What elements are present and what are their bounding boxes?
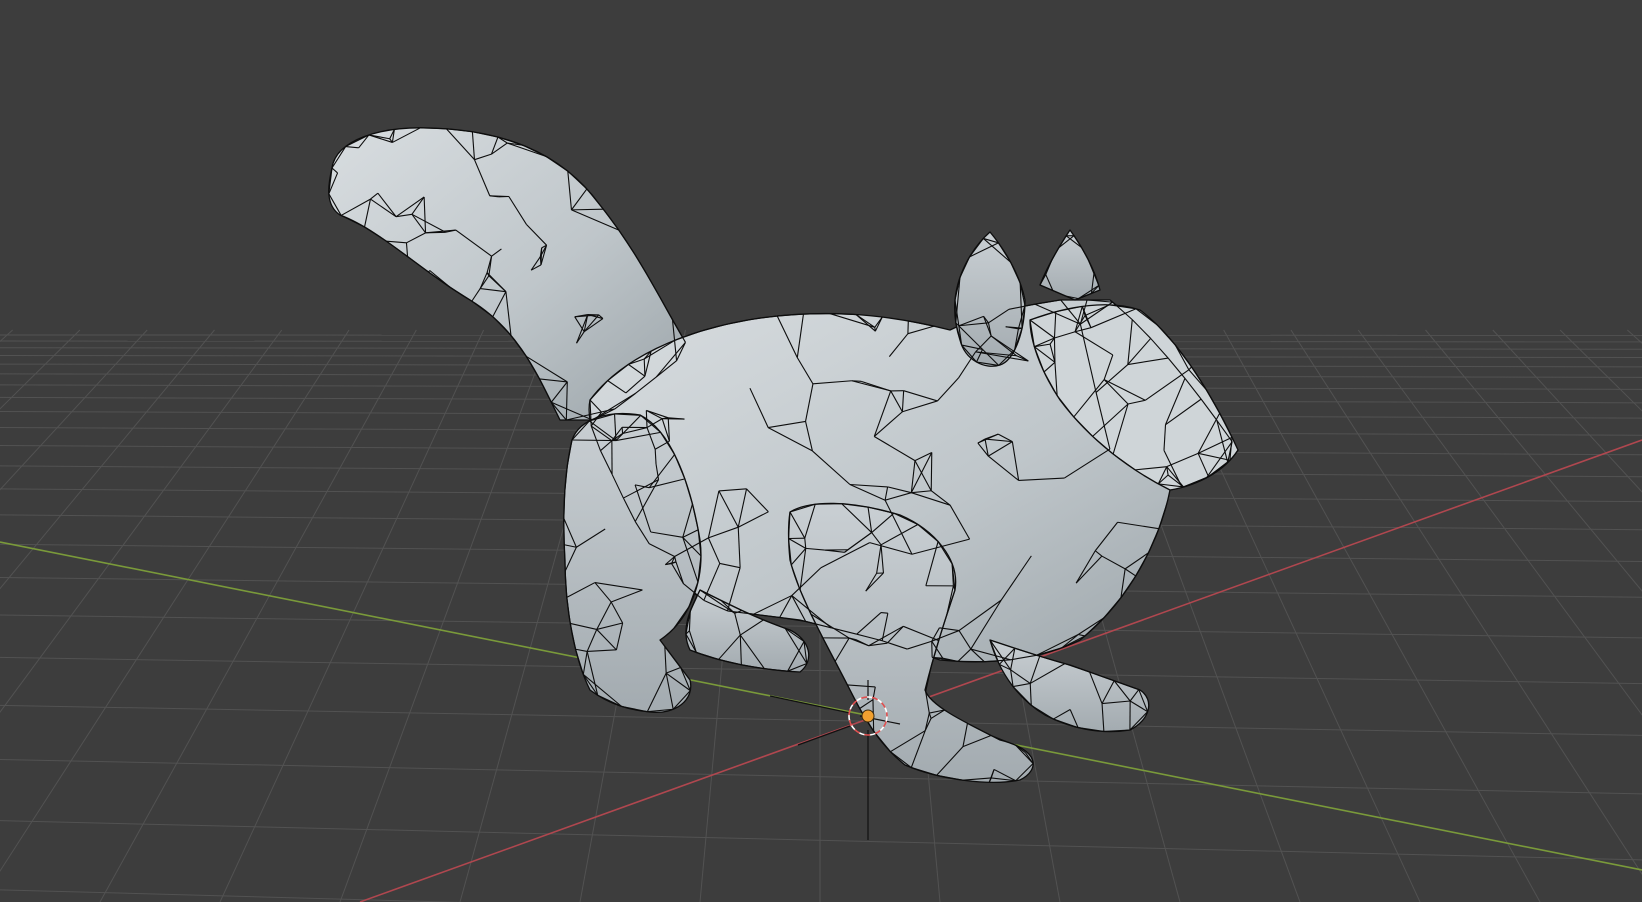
mesh-edge bbox=[643, 358, 646, 377]
origin-dot bbox=[861, 709, 875, 723]
mesh-edge bbox=[815, 503, 842, 505]
mesh-edge bbox=[539, 256, 542, 265]
mesh-edge bbox=[874, 327, 876, 332]
mesh-edge bbox=[930, 452, 933, 491]
mesh-edge bbox=[571, 208, 604, 211]
viewport-canvas[interactable] bbox=[0, 0, 1642, 902]
3d-viewport[interactable] bbox=[0, 0, 1642, 902]
mesh-edge bbox=[571, 439, 616, 442]
mesh-edge bbox=[645, 410, 648, 428]
mesh-edge bbox=[425, 231, 446, 234]
mesh-edge bbox=[880, 612, 888, 614]
